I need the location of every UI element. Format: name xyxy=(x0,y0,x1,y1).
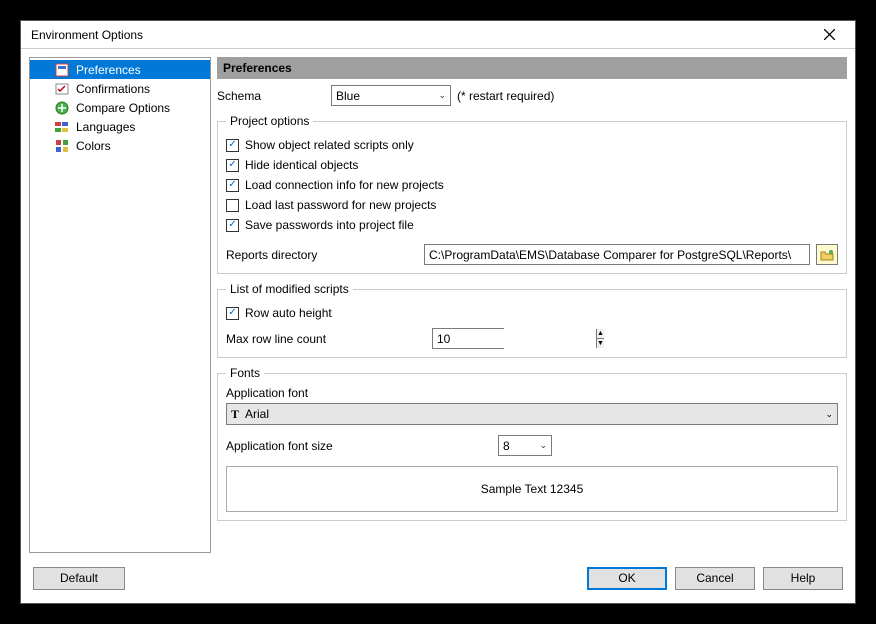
cb-label: Save passwords into project file xyxy=(245,218,414,232)
max-row-count-row: Max row line count ▲ ▼ xyxy=(226,328,838,349)
app-font-label: Application font xyxy=(226,386,838,400)
cancel-button[interactable]: Cancel xyxy=(675,567,755,590)
spin-up[interactable]: ▲ xyxy=(597,329,604,339)
help-button[interactable]: Help xyxy=(763,567,843,590)
checkbox-icon[interactable]: ✓ xyxy=(226,219,239,232)
schema-label: Schema xyxy=(217,89,325,103)
reports-label: Reports directory xyxy=(226,248,418,262)
tree-label: Colors xyxy=(76,139,111,153)
reports-directory-input[interactable]: C:\ProgramData\EMS\Database Comparer for… xyxy=(424,244,810,265)
cb-label: Row auto height xyxy=(245,306,332,320)
cb-label: Show object related scripts only xyxy=(245,138,414,152)
languages-icon xyxy=(54,119,70,135)
reports-path: C:\ProgramData\EMS\Database Comparer for… xyxy=(429,248,791,262)
tree-item-compare-options[interactable]: Compare Options xyxy=(30,98,210,117)
font-size-row: Application font size 8 ⌄ xyxy=(226,435,838,456)
app-font-value: Arial xyxy=(245,407,269,421)
project-options-legend: Project options xyxy=(226,114,313,128)
colors-icon xyxy=(54,138,70,154)
app-font-select[interactable]: T Arial ⌄ xyxy=(226,403,838,425)
tree-label: Preferences xyxy=(76,63,141,77)
modified-scripts-group: List of modified scripts ✓ Row auto heig… xyxy=(217,282,847,358)
spin-down[interactable]: ▼ xyxy=(597,339,604,348)
max-row-spinner[interactable]: ▲ ▼ xyxy=(432,328,504,349)
content-panel: Preferences Schema Blue ⌄ (* restart req… xyxy=(217,57,847,553)
chevron-down-icon: ⌄ xyxy=(438,90,446,101)
default-button[interactable]: Default xyxy=(33,567,125,590)
checkbox-icon[interactable]: ✓ xyxy=(226,159,239,172)
fonts-legend: Fonts xyxy=(226,366,264,380)
tree-item-colors[interactable]: Colors xyxy=(30,136,210,155)
environment-options-dialog: Environment Options Preferences Confirma… xyxy=(20,20,856,604)
max-row-input[interactable] xyxy=(433,329,596,348)
tree-item-preferences[interactable]: Preferences xyxy=(30,60,210,79)
font-glyph-icon: T xyxy=(231,407,239,422)
browse-button[interactable] xyxy=(816,244,838,265)
max-row-label: Max row line count xyxy=(226,332,426,346)
nav-tree: Preferences Confirmations Compare Option… xyxy=(29,57,211,553)
checkbox-icon[interactable] xyxy=(226,199,239,212)
tree-label: Compare Options xyxy=(76,101,170,115)
cb-load-connection[interactable]: ✓ Load connection info for new projects xyxy=(226,178,838,192)
spinner-buttons: ▲ ▼ xyxy=(596,329,604,348)
schema-row: Schema Blue ⌄ (* restart required) xyxy=(217,85,847,106)
font-size-value: 8 xyxy=(503,439,510,453)
window-title: Environment Options xyxy=(31,28,809,42)
tree-label: Confirmations xyxy=(76,82,150,96)
checkbox-icon[interactable]: ✓ xyxy=(226,307,239,320)
schema-value: Blue xyxy=(336,89,360,103)
cb-save-passwords[interactable]: ✓ Save passwords into project file xyxy=(226,218,838,232)
cb-label: Load connection info for new projects xyxy=(245,178,444,192)
font-sample-box: Sample Text 12345 xyxy=(226,466,838,512)
cb-load-password[interactable]: Load last password for new projects xyxy=(226,198,838,212)
font-size-label: Application font size xyxy=(226,439,492,453)
reports-row: Reports directory C:\ProgramData\EMS\Dat… xyxy=(226,244,838,265)
confirmations-icon xyxy=(54,81,70,97)
preferences-icon xyxy=(54,62,70,78)
chevron-down-icon: ⌄ xyxy=(825,409,833,420)
cb-row-auto-height[interactable]: ✓ Row auto height xyxy=(226,306,838,320)
tree-item-confirmations[interactable]: Confirmations xyxy=(30,79,210,98)
schema-note: (* restart required) xyxy=(457,89,554,103)
project-options-group: Project options ✓ Show object related sc… xyxy=(217,114,847,274)
section-header: Preferences xyxy=(217,57,847,79)
close-icon xyxy=(824,29,835,40)
tree-label: Languages xyxy=(76,120,135,134)
folder-open-icon xyxy=(820,248,834,262)
ok-button[interactable]: OK xyxy=(587,567,667,590)
fonts-group: Fonts Application font T Arial ⌄ Applica… xyxy=(217,366,847,521)
close-button[interactable] xyxy=(809,24,849,46)
checkbox-icon[interactable]: ✓ xyxy=(226,179,239,192)
cb-show-scripts[interactable]: ✓ Show object related scripts only xyxy=(226,138,838,152)
cb-label: Hide identical objects xyxy=(245,158,358,172)
cb-label: Load last password for new projects xyxy=(245,198,436,212)
tree-item-languages[interactable]: Languages xyxy=(30,117,210,136)
titlebar: Environment Options xyxy=(21,21,855,49)
modified-scripts-legend: List of modified scripts xyxy=(226,282,353,296)
checkbox-icon[interactable]: ✓ xyxy=(226,139,239,152)
chevron-down-icon: ⌄ xyxy=(539,440,547,451)
sample-text: Sample Text 12345 xyxy=(481,482,584,496)
cb-hide-identical[interactable]: ✓ Hide identical objects xyxy=(226,158,838,172)
dialog-body: Preferences Confirmations Compare Option… xyxy=(21,49,855,561)
footer: Default OK Cancel Help xyxy=(21,561,855,603)
font-size-select[interactable]: 8 ⌄ xyxy=(498,435,552,456)
compare-options-icon xyxy=(54,100,70,116)
schema-select[interactable]: Blue ⌄ xyxy=(331,85,451,106)
